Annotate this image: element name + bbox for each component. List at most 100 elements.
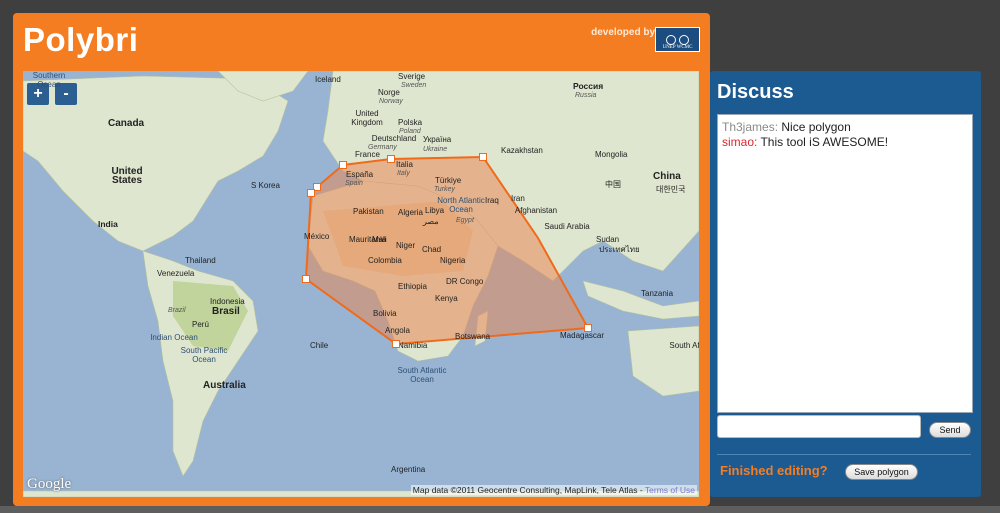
map-label: India (98, 219, 118, 229)
map-label: Kazakhstan (501, 146, 543, 155)
map-label: Україна (423, 135, 452, 144)
chat-log[interactable]: Th3james: Nice polygon simao: This tool … (717, 114, 973, 413)
polygon-vertex-handle[interactable] (387, 155, 395, 163)
save-polygon-button[interactable]: Save polygon (845, 464, 918, 480)
map-label: Norway (379, 98, 403, 105)
map-label: Thailand (185, 256, 216, 265)
map-label: DR Congo (446, 277, 484, 286)
polygon-vertex-handle[interactable] (584, 324, 592, 332)
map-label: Iceland (315, 75, 341, 84)
polygon-vertex-handle[interactable] (307, 189, 315, 197)
polygon-vertex-handle[interactable] (392, 340, 400, 348)
map-label: Italy (397, 170, 410, 177)
bottom-bar (0, 506, 1000, 513)
terms-of-use-link[interactable]: Terms of Use (645, 485, 695, 495)
map-label: Perú (192, 320, 209, 329)
map-label: Libya (425, 206, 445, 215)
discuss-panel: Discuss Th3james: Nice polygon simao: Th… (710, 71, 981, 497)
map-label: España (346, 170, 374, 179)
map-label: Türkiye (435, 176, 462, 185)
map-label: Mali (372, 235, 387, 244)
chat-author: simao: (722, 135, 758, 149)
map-label: Polska (398, 118, 423, 127)
chat-author: Th3james: (722, 120, 779, 134)
map-label: Spain (345, 180, 363, 187)
map-label: Afghanistan (514, 206, 558, 215)
map-label: Namibia (398, 341, 428, 350)
map-label: Algeria (398, 208, 423, 217)
main-panel: Polybri developed by UNEP WCMC + - Icela… (13, 13, 710, 506)
finished-editing-label: Finished editing? (720, 463, 828, 478)
map-label: Norge (378, 88, 400, 97)
chat-message: simao: This tool iS AWESOME! (718, 135, 972, 150)
polygon-vertex-handle[interactable] (302, 275, 310, 283)
app-title: Polybri (23, 21, 139, 58)
map-label: Deutschland (371, 134, 417, 143)
map-label: Sverige (398, 72, 426, 81)
map-label: South Atlantic Ocean (397, 366, 447, 384)
map-label: Italia (396, 160, 413, 169)
map-label: France (355, 150, 380, 159)
map-label: مصر (423, 217, 439, 226)
map-canvas[interactable]: + - Iceland Sverige Sweden Norge Norway Росси… (23, 71, 699, 497)
divider (717, 454, 971, 455)
map-label: Australia (203, 380, 246, 391)
map-label: United States (111, 166, 143, 186)
map-label: México (304, 232, 330, 241)
map-label: Brasil (212, 306, 240, 317)
map-label: Ukraine (423, 146, 448, 153)
globe-icon (666, 34, 676, 45)
map-label: Россия (573, 81, 604, 91)
chat-text: Nice polygon (778, 120, 851, 134)
map-label: Pakistan (353, 207, 384, 216)
leaf-icon (679, 34, 689, 45)
map-label: Madagascar (560, 331, 605, 340)
polygon-vertex-handle[interactable] (339, 161, 347, 169)
map-label: 대한민국 (656, 185, 686, 194)
map-label: Niger (396, 241, 416, 250)
map-label: Colombia (368, 256, 402, 265)
map-label: Venezuela (157, 269, 195, 278)
send-button[interactable]: Send (929, 422, 971, 438)
map-label: Botswana (455, 332, 491, 341)
map-label: China (653, 171, 681, 182)
map-label: Iran (511, 194, 525, 203)
map-label: Iraq (485, 196, 499, 205)
google-logo: Google (27, 476, 72, 492)
map-label: S Korea (251, 181, 280, 190)
map-label: South Africa (669, 341, 699, 350)
map-label: Argentina (391, 465, 426, 474)
chat-input[interactable] (717, 415, 921, 438)
land-indonesia (582, 280, 699, 320)
map-label: Turkey (434, 186, 455, 193)
polygon-vertex-handle[interactable] (479, 153, 487, 161)
map-label: Chad (422, 245, 442, 254)
map-label: Brazil (168, 307, 186, 314)
map-label: Sudan (596, 235, 620, 244)
map-label: Canada (108, 118, 145, 129)
chat-text: This tool iS AWESOME! (757, 135, 889, 149)
map-label: South Pacific Ocean (180, 346, 228, 364)
map-label: Saudi Arabia (544, 222, 590, 231)
chat-message: Th3james: Nice polygon (718, 120, 972, 135)
map-label: Kenya (435, 294, 458, 303)
map-label: Egypt (456, 217, 474, 224)
land-australia (627, 325, 699, 397)
developed-by-label: developed by (591, 27, 655, 38)
map-label: Indian Ocean (150, 333, 198, 342)
map-label: Russia (575, 92, 597, 99)
unep-wcmc-logo[interactable]: UNEP WCMC (655, 27, 700, 52)
map-label: Ethiopia (398, 282, 427, 291)
map-label: Southern Ocean (32, 71, 66, 89)
discuss-title: Discuss (717, 81, 794, 103)
map-label: Chile (310, 341, 329, 350)
map-label: Sweden (401, 82, 427, 89)
map-label: ประเทศไทย (599, 245, 640, 254)
map-attribution: Map data ©2011 Geocentre Consulting, Map… (410, 485, 697, 495)
map-label: Indonesia (210, 297, 245, 306)
world-map-graphic (23, 71, 699, 497)
map-label: Tanzania (641, 289, 674, 298)
map-label: Mongolia (595, 150, 628, 159)
map-label: United Kingdom (351, 109, 383, 127)
map-label: Nigeria (440, 256, 466, 265)
